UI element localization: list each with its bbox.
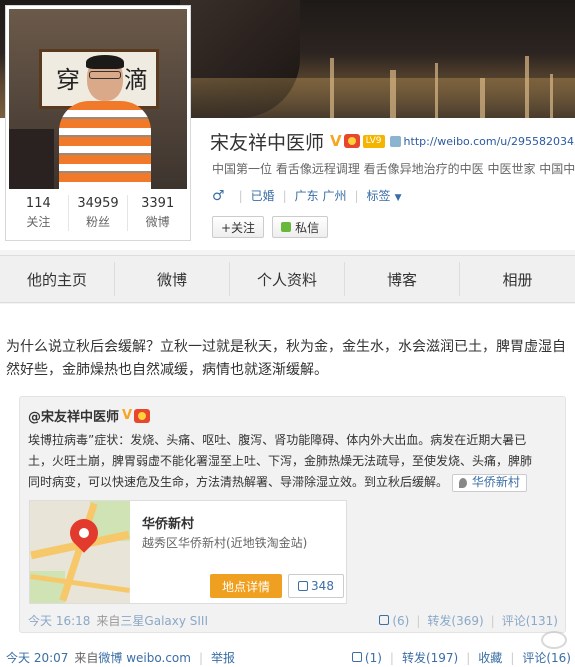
post-favorite-link[interactable]: 收藏 xyxy=(478,649,502,666)
location-chip[interactable]: 华侨新村 xyxy=(451,473,527,492)
marital-status[interactable]: 已婚 xyxy=(251,187,275,204)
post-source[interactable]: 微博 weibo.com xyxy=(98,649,191,666)
tags-label: 标签 xyxy=(366,189,391,203)
profile-card: 穿石滴 114 关注 34959 粉丝 3391 微博 xyxy=(5,5,191,241)
tab-album[interactable]: 相册 xyxy=(460,262,575,296)
stat-fans[interactable]: 34959 粉丝 xyxy=(69,195,129,231)
chevron-down-icon: ▼ xyxy=(394,193,402,203)
tab-profile[interactable]: 个人资料 xyxy=(230,262,345,296)
stat-following-label: 关注 xyxy=(26,215,51,229)
follow-label: +关注 xyxy=(221,220,256,235)
message-label: 私信 xyxy=(295,220,320,235)
stat-posts[interactable]: 3391 微博 xyxy=(128,195,187,231)
tab-blog[interactable]: 博客 xyxy=(345,262,460,296)
medal-icon[interactable] xyxy=(343,134,360,148)
post-like-count: (1) xyxy=(364,650,382,665)
location-card-address: 越秀区华侨新村(近地铁淘金站) xyxy=(142,536,308,550)
profile-url[interactable]: http://weibo.com/u/2955820343 xyxy=(404,135,575,148)
post-source-prefix: 来自 xyxy=(74,651,99,665)
report-link[interactable]: 举报 xyxy=(211,649,235,666)
profile-description: 中国第一位 看舌像远程调理 看舌像异地治疗的中医 中医世家 中国中医 xyxy=(212,162,575,176)
post-time[interactable]: 今天 20:07 xyxy=(6,649,68,666)
thumbs-up-icon xyxy=(379,614,390,625)
repost-author-row: @宋友祥中医师 V xyxy=(28,406,151,425)
repost-footer: 今天 16:18 来自 三星Galaxy SIII (6) | 转发(369) … xyxy=(28,612,558,629)
banner-city-lights xyxy=(180,48,575,118)
profile-actions: +关注 私信 xyxy=(212,216,329,238)
location-card-title[interactable]: 华侨新村 xyxy=(142,513,194,532)
location-detail-button[interactable]: 地点详情 xyxy=(210,574,282,598)
repost-author[interactable]: @宋友祥中医师 xyxy=(28,406,119,425)
map-thumbnail[interactable] xyxy=(30,501,130,603)
stat-following[interactable]: 114 关注 xyxy=(9,195,69,231)
tags-dropdown[interactable]: 标签 ▼ xyxy=(367,187,402,204)
location-like-count: 348 xyxy=(311,579,334,593)
profile-tabs: 他的主页 微博 个人资料 博客 相册 xyxy=(0,255,575,303)
location-card[interactable]: 华侨新村 越秀区华侨新村(近地铁淘金站) 地点详情 348 xyxy=(29,500,347,604)
medal-icon xyxy=(134,408,151,423)
repost-source-prefix: 来自 xyxy=(96,614,121,628)
profile-meta: ♂ | 已婚 | 广东 广州 | 标签 ▼ xyxy=(212,187,402,204)
weibo-watermark-icon xyxy=(541,631,567,649)
stat-following-count: 114 xyxy=(25,196,51,211)
repost-like-button[interactable]: (6) xyxy=(379,614,409,628)
feed: 为什么说立秋后会缓解？立秋一过就是秋天，秋为金，金生水，水会滋润已土，脾胃虚湿自… xyxy=(0,304,575,667)
repost-forward-link[interactable]: 转发(369) xyxy=(427,612,483,629)
post-forward-link[interactable]: 转发(197) xyxy=(402,649,458,666)
stat-posts-count: 3391 xyxy=(141,196,175,211)
message-button[interactable]: 私信 xyxy=(272,216,329,238)
repost-text: 埃博拉病毒”症状：发烧、头痛、呕吐、腹泻、肾功能障碍、体内外大出血。病发在近期大… xyxy=(28,430,540,493)
stat-posts-label: 微博 xyxy=(145,215,170,229)
level-badge[interactable]: LV9 xyxy=(362,134,385,148)
profile-stats: 114 关注 34959 粉丝 3391 微博 xyxy=(9,195,187,231)
tab-home[interactable]: 他的主页 xyxy=(0,262,115,296)
tab-weibo[interactable]: 微博 xyxy=(115,262,230,296)
verified-icon[interactable]: V xyxy=(330,132,342,150)
profile-name: 宋友祥中医师 xyxy=(210,131,325,154)
repost-box: @宋友祥中医师 V 埃博拉病毒”症状：发烧、头痛、呕吐、腹泻、肾功能障碍、体内外… xyxy=(19,396,566,633)
repost-source[interactable]: 三星Galaxy SIII xyxy=(120,612,208,629)
stat-fans-count: 34959 xyxy=(77,196,119,211)
avatar[interactable]: 穿石滴 xyxy=(9,9,187,189)
gender-icon: ♂ xyxy=(212,187,225,204)
verified-icon: V xyxy=(122,408,133,423)
location-chip-label: 华侨新村 xyxy=(471,475,520,489)
link-icon xyxy=(389,135,401,147)
post-footer: 今天 20:07 来自 微博 weibo.com | 举报 (1) | 转发(1… xyxy=(6,649,571,666)
thumbs-up-icon xyxy=(351,651,362,662)
post-like-button[interactable]: (1) xyxy=(351,650,382,665)
location-pin-icon xyxy=(458,477,467,488)
stat-fans-label: 粉丝 xyxy=(86,215,111,229)
repost-comment-link[interactable]: 评论(131) xyxy=(502,612,558,629)
location[interactable]: 广东 广州 xyxy=(295,187,347,204)
thumbs-up-icon xyxy=(298,581,309,591)
repost-time[interactable]: 今天 16:18 xyxy=(28,612,90,629)
repost-like-count: (6) xyxy=(392,613,410,628)
profile-name-row: 宋友祥中医师 V LV9 http://weibo.com/u/29558203… xyxy=(210,128,575,154)
post-comment-link[interactable]: 评论(16) xyxy=(522,649,571,666)
follow-button[interactable]: +关注 xyxy=(212,216,265,238)
location-like-button[interactable]: 348 xyxy=(288,574,344,598)
message-icon xyxy=(281,222,292,232)
post-text: 为什么说立秋后会缓解？立秋一过就是秋天，秋为金，金生水，水会滋润已土，脾胃虚湿自… xyxy=(6,339,566,378)
